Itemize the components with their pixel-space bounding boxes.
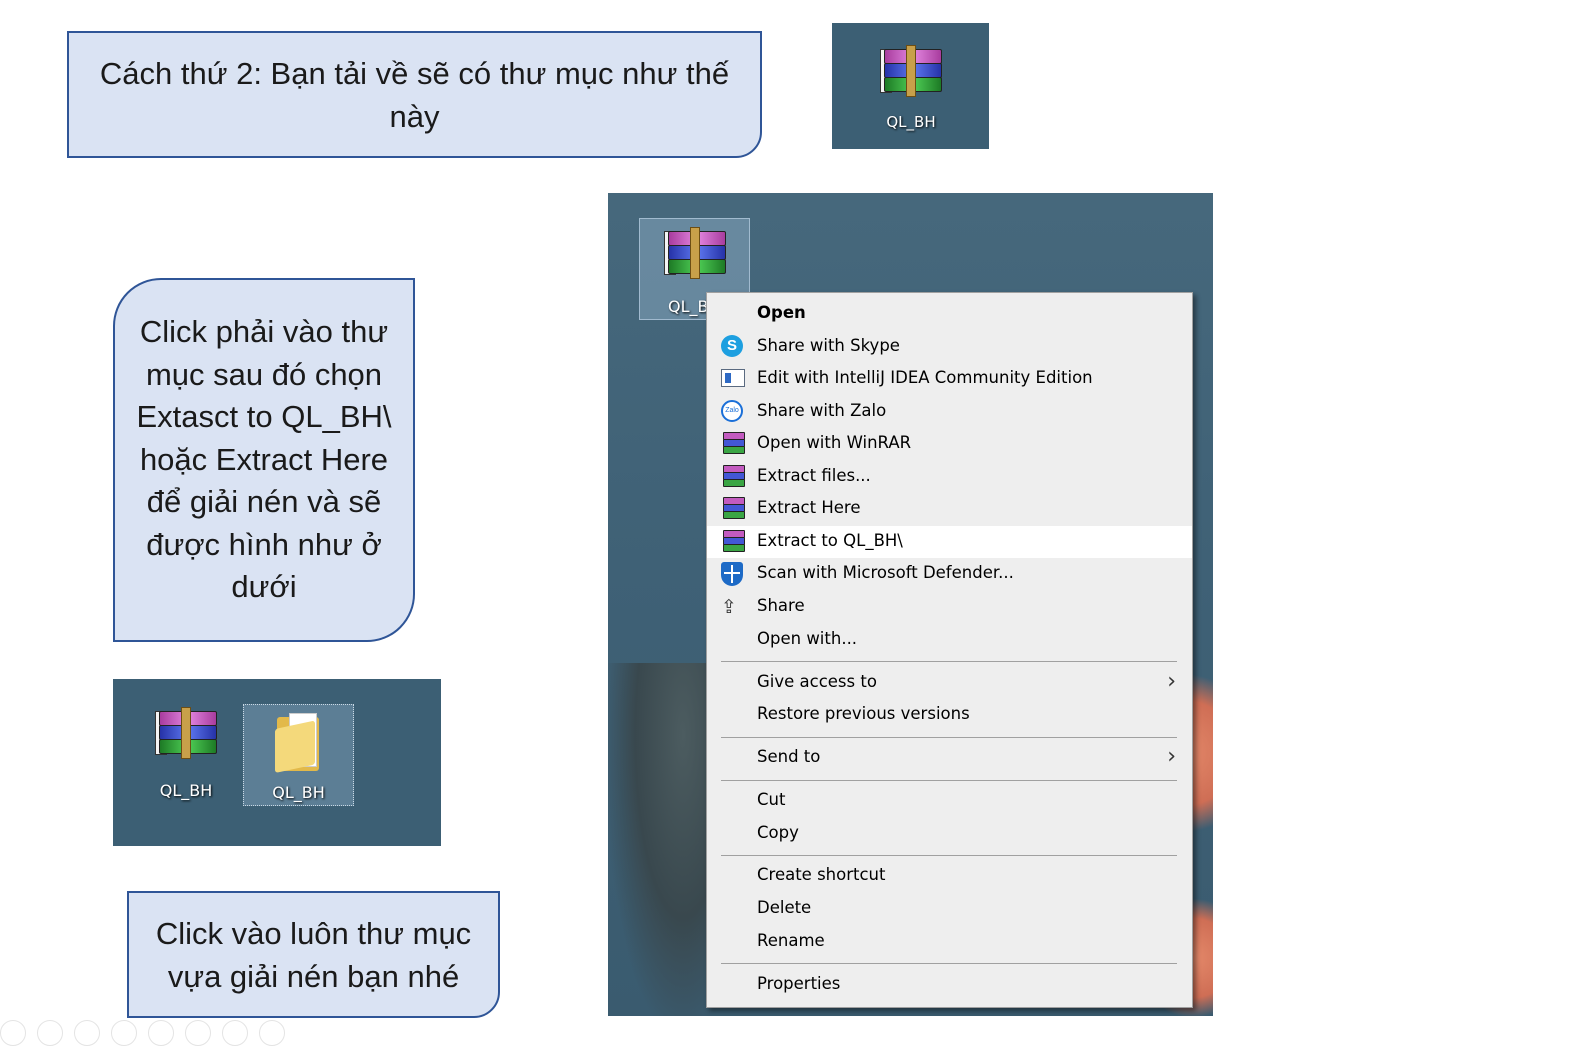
menu-item-label: Share with Skype: [757, 336, 900, 355]
desktop-screenshot-extracted: QL_BH QL_BH: [113, 679, 441, 846]
menu-item-send-to[interactable]: Send to ›: [707, 742, 1192, 774]
menu-item-open[interactable]: Open: [707, 298, 1192, 330]
menu-item-open-winrar[interactable]: Open with WinRAR: [707, 428, 1192, 460]
skype-icon: S: [721, 335, 745, 359]
menu-item-intellij[interactable]: Edit with IntelliJ IDEA Community Editio…: [707, 363, 1192, 395]
menu-item-delete[interactable]: Delete: [707, 893, 1192, 925]
desktop-archive-label: QL_BH: [886, 113, 936, 131]
desktop-screenshot-archive: QL_BH: [832, 23, 989, 149]
winrar-archive-icon: [880, 45, 942, 99]
menu-separator: [721, 737, 1177, 738]
menu-item-share[interactable]: ⇪ Share: [707, 591, 1192, 623]
menu-item-label: Edit with IntelliJ IDEA Community Editio…: [757, 368, 1093, 387]
menu-item-rename[interactable]: Rename: [707, 926, 1192, 958]
menu-item-properties[interactable]: Properties: [707, 969, 1192, 1001]
menu-item-label: Cut: [757, 790, 786, 809]
menu-item-label: Extract to QL_BH\: [757, 531, 903, 550]
menu-separator: [721, 855, 1177, 856]
menu-item-label: Properties: [757, 974, 841, 993]
callout-open-folder: Click vào luôn thư mục vựa giải nén bạn …: [127, 891, 500, 1018]
menu-item-restore-versions[interactable]: Restore previous versions: [707, 699, 1192, 731]
zalo-icon: Zalo: [721, 400, 745, 424]
callout-open-folder-text: Click vào luôn thư mục vựa giải nén bạn …: [155, 915, 472, 994]
desktop-archive-shortcut[interactable]: QL_BH: [866, 45, 956, 131]
menu-item-label: Share with Zalo: [757, 401, 887, 420]
menu-item-label: Open with...: [757, 629, 858, 648]
winrar-archive-icon: [663, 227, 726, 281]
chevron-right-icon: ›: [1167, 669, 1176, 694]
desktop-archive-shortcut-2[interactable]: QL_BH: [141, 707, 231, 800]
menu-item-label: Extract files...: [757, 466, 871, 485]
menu-item-label: Send to: [757, 747, 821, 766]
decorative-circles: [0, 1020, 296, 1046]
intellij-icon: [721, 367, 745, 391]
menu-item-label: Open with WinRAR: [757, 433, 912, 452]
callout-download: Cách thứ 2: Bạn tải về sẽ có thư mục như…: [67, 31, 762, 158]
menu-item-label: Scan with Microsoft Defender...: [757, 563, 1014, 582]
defender-icon: [721, 562, 745, 586]
menu-item-scan-defender[interactable]: Scan with Microsoft Defender...: [707, 558, 1192, 590]
share-icon: ⇪: [721, 596, 737, 618]
menu-item-label: Copy: [757, 823, 799, 842]
menu-item-share-skype[interactable]: S Share with Skype: [707, 331, 1192, 363]
winrar-icon: [721, 497, 745, 521]
menu-item-extract-to[interactable]: Extract to QL_BH\: [707, 526, 1192, 558]
chevron-right-icon: ›: [1167, 744, 1176, 769]
menu-item-label: Create shortcut: [757, 865, 886, 884]
menu-separator: [721, 963, 1177, 964]
menu-item-give-access[interactable]: Give access to ›: [707, 667, 1192, 699]
folder-icon: [274, 711, 323, 773]
callout-right-click-text: Click phải vào thư mục sau đó chọn Extas…: [136, 314, 392, 605]
menu-item-label: Rename: [757, 931, 825, 950]
menu-item-extract-here[interactable]: Extract Here: [707, 493, 1192, 525]
desktop-folder-shortcut[interactable]: QL_BH: [243, 704, 354, 806]
callout-right-click: Click phải vào thư mục sau đó chọn Extas…: [113, 278, 415, 642]
menu-item-open-with[interactable]: Open with...: [707, 624, 1192, 656]
winrar-icon: [721, 465, 745, 489]
winrar-icon: [721, 432, 745, 456]
menu-item-label: Delete: [757, 898, 812, 917]
menu-item-label: Open: [757, 303, 806, 322]
context-menu: Open S Share with Skype Edit with Intell…: [706, 292, 1193, 1008]
menu-item-create-shortcut[interactable]: Create shortcut: [707, 860, 1192, 892]
menu-item-label: Restore previous versions: [757, 704, 970, 723]
menu-item-label: Extract Here: [757, 498, 861, 517]
winrar-archive-icon: [155, 707, 217, 761]
menu-separator: [721, 661, 1177, 662]
winrar-icon: [721, 530, 745, 554]
menu-item-copy[interactable]: Copy: [707, 818, 1192, 850]
menu-item-extract-files[interactable]: Extract files...: [707, 461, 1192, 493]
menu-separator: [721, 780, 1177, 781]
callout-download-text: Cách thứ 2: Bạn tải về sẽ có thư mục như…: [99, 55, 730, 134]
menu-item-label: Share: [757, 596, 805, 615]
menu-item-cut[interactable]: Cut: [707, 785, 1192, 817]
desktop-archive-label-2: QL_BH: [159, 781, 213, 800]
desktop-folder-label: QL_BH: [272, 783, 325, 802]
menu-item-share-zalo[interactable]: Zalo Share with Zalo: [707, 396, 1192, 428]
menu-item-label: Give access to: [757, 672, 877, 691]
